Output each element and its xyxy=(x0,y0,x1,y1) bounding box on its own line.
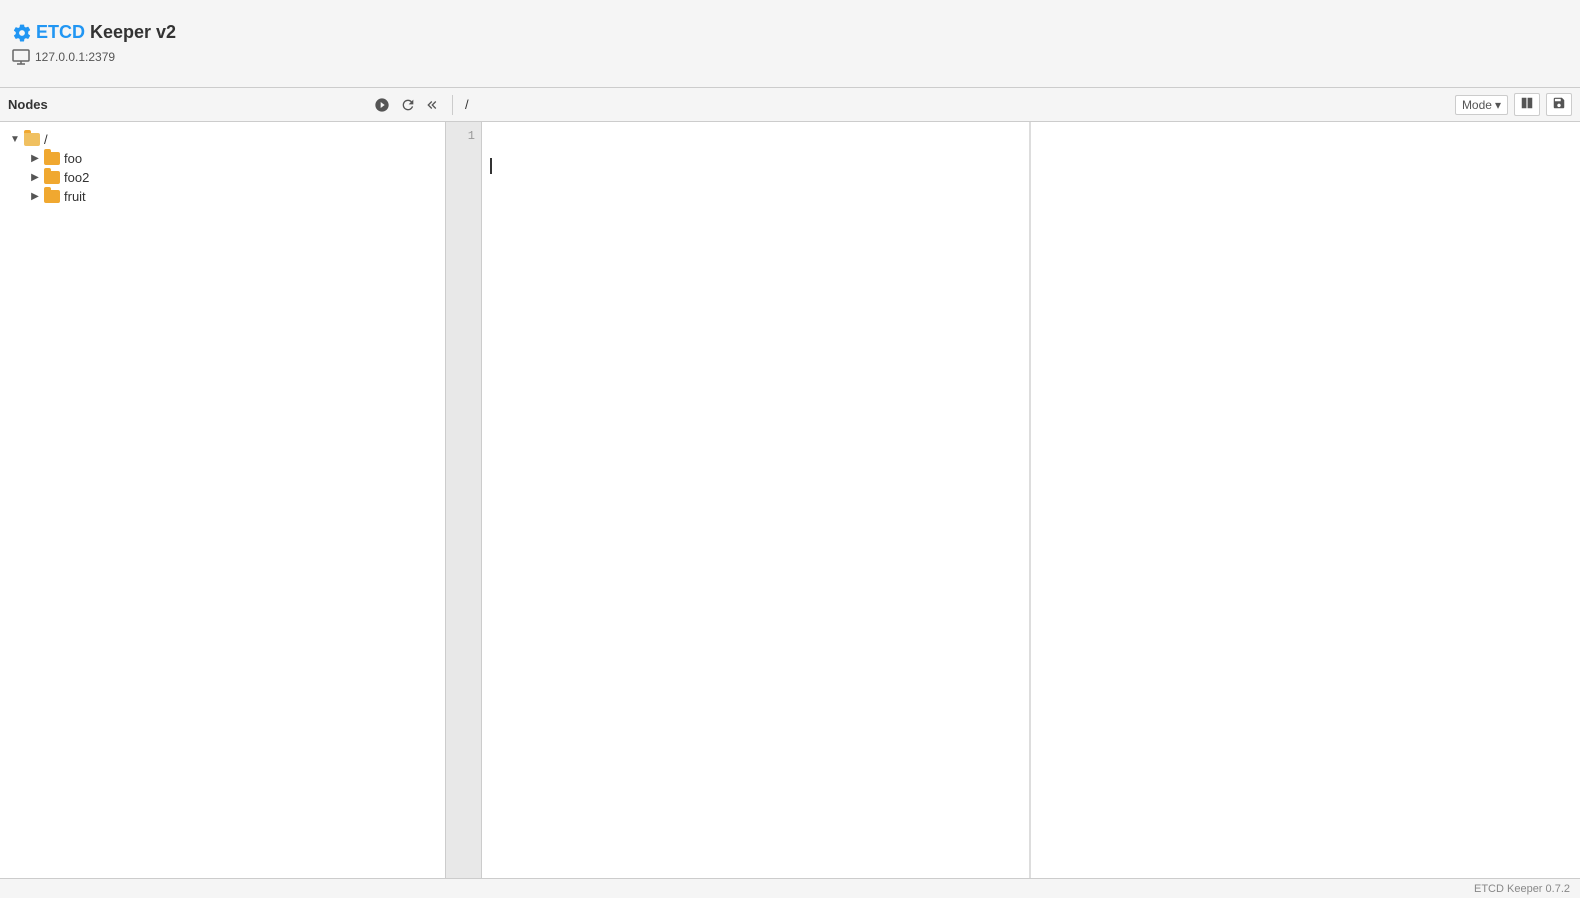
chevron-down-icon: ▾ xyxy=(1495,98,1501,112)
tree-label-foo2: foo2 xyxy=(64,170,89,185)
folder-icon-foo xyxy=(44,152,60,165)
mode-dropdown[interactable]: Mode ▾ xyxy=(1455,95,1508,115)
toolbar: Nodes xyxy=(0,88,1580,122)
main: Nodes xyxy=(0,88,1580,878)
server-row: 127.0.0.1:2379 xyxy=(12,49,1568,65)
settings-icon xyxy=(374,97,390,113)
app-title-rest: Keeper v2 xyxy=(85,22,176,42)
tree-label-fruit: fruit xyxy=(64,189,86,204)
editor-cursor-line xyxy=(490,156,1021,176)
nodes-panel-header: Nodes xyxy=(8,95,453,115)
tree-arrow-root xyxy=(8,133,22,147)
text-cursor xyxy=(490,158,492,174)
collapse-button[interactable] xyxy=(424,95,444,115)
settings-button[interactable] xyxy=(372,95,392,115)
folder-icon-fruit xyxy=(44,190,60,203)
tree-label-root: / xyxy=(44,132,48,147)
tree-item-foo2[interactable]: foo2 xyxy=(0,168,445,187)
tree-arrow-foo2 xyxy=(28,171,42,185)
server-address: 127.0.0.1:2379 xyxy=(35,50,115,64)
editor-main xyxy=(482,122,1030,878)
content: / foo foo2 fruit xyxy=(0,122,1580,878)
nodes-panel: / foo foo2 fruit xyxy=(0,122,446,878)
editor-area: 1 xyxy=(446,122,1580,878)
editor-toolbar: / Mode ▾ xyxy=(453,93,1572,116)
footer-version: ETCD Keeper 0.7.2 xyxy=(1474,883,1570,895)
view-split-button[interactable] xyxy=(1514,93,1540,116)
monitor-icon xyxy=(12,49,30,65)
tree-item-root[interactable]: / xyxy=(0,130,445,149)
header: ETCD Keeper v2 127.0.0.1:2379 xyxy=(0,0,1580,88)
line-numbers: 1 xyxy=(446,122,482,878)
nodes-label: Nodes xyxy=(8,97,48,112)
collapse-icon xyxy=(426,97,442,113)
editor-content[interactable] xyxy=(482,122,1029,878)
app-title: ETCD Keeper v2 xyxy=(36,22,176,43)
tree-arrow-fruit xyxy=(28,190,42,204)
refresh-icon xyxy=(400,97,416,113)
save-icon xyxy=(1552,96,1566,110)
split-icon xyxy=(1520,96,1534,110)
tree-item-fruit[interactable]: fruit xyxy=(0,187,445,206)
editor-right-tools: Mode ▾ xyxy=(1455,93,1572,116)
refresh-button[interactable] xyxy=(398,95,418,115)
save-button[interactable] xyxy=(1546,93,1572,116)
gear-icon xyxy=(12,23,32,43)
tree-label-foo: foo xyxy=(64,151,82,166)
line-number-1: 1 xyxy=(446,126,481,146)
toolbar-icons xyxy=(372,95,444,115)
tree-item-foo[interactable]: foo xyxy=(0,149,445,168)
editor-right-panel xyxy=(1030,122,1580,878)
tree-arrow-foo xyxy=(28,152,42,166)
footer: ETCD Keeper 0.7.2 xyxy=(0,878,1580,898)
app-title-row: ETCD Keeper v2 xyxy=(12,22,1568,43)
path-display: / xyxy=(465,97,469,112)
folder-icon-root xyxy=(24,133,40,146)
mode-label: Mode xyxy=(1462,98,1492,112)
folder-icon-foo2 xyxy=(44,171,60,184)
app-title-etcd: ETCD xyxy=(36,22,85,42)
